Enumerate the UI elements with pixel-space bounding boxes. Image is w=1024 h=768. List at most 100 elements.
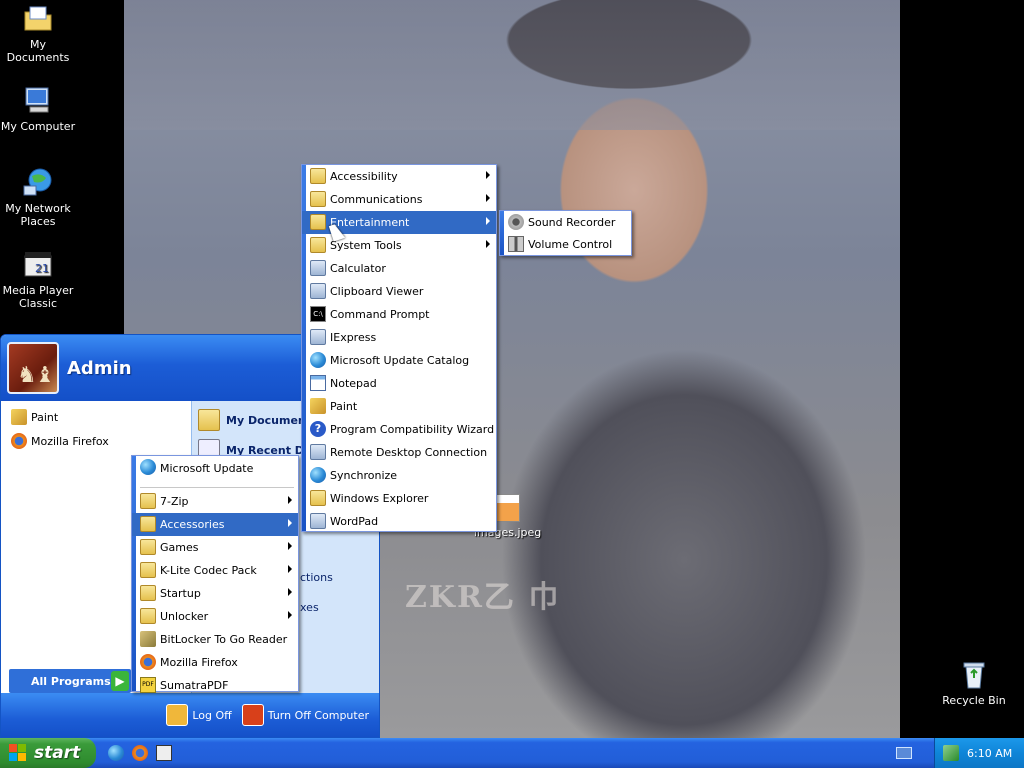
menu-item-paint[interactable]: Paint [302, 395, 496, 418]
remote-desktop-icon [310, 444, 326, 460]
menu-item-wordpad[interactable]: WordPad [302, 510, 496, 533]
desktop-icon-label: Media Player Classic [2, 284, 74, 310]
wallpaper-caption: ZKR乙 巾 [405, 580, 561, 615]
log-off-button[interactable]: Log Off [166, 704, 232, 726]
iexpress-icon [310, 329, 326, 345]
all-programs-button[interactable]: All Programs ▶ [9, 669, 131, 693]
desktop-icon-label: My Computer [0, 120, 76, 133]
pdf-icon: PDF [140, 677, 156, 693]
desktop-icon-label: My Network Places [5, 202, 71, 228]
menu-item-7zip[interactable]: 7-Zip [132, 490, 298, 513]
chevron-right-icon [486, 194, 490, 202]
system-tray: 6:10 AM [934, 738, 1024, 768]
calculator-icon [310, 260, 326, 276]
chess-icon: ♞ [17, 363, 37, 388]
chevron-right-icon [288, 565, 292, 573]
keyboard-icon[interactable] [896, 747, 912, 759]
chevron-right-icon [288, 588, 292, 596]
menu-item-bitlocker[interactable]: BitLocker To Go Reader [132, 628, 298, 651]
menu-item-iexpress[interactable]: IExpress [302, 326, 496, 349]
volume-control-icon [508, 236, 524, 252]
globe-icon [310, 352, 326, 368]
chevron-right-icon [486, 171, 490, 179]
start-button[interactable]: start [0, 738, 96, 768]
desktop-icon-label: Recycle Bin [942, 694, 1006, 707]
all-programs-label: All Programs [31, 674, 111, 688]
windows-flag-icon [9, 744, 27, 762]
network-places-icon [23, 168, 52, 196]
menu-item-label: Program Compatibility Wizard [330, 423, 495, 436]
menu-item-volume-control[interactable]: Volume Control [500, 233, 631, 255]
menu-item-label: Synchronize [330, 469, 398, 482]
explorer-icon [310, 490, 326, 506]
menu-item-label: Accessibility [330, 170, 398, 183]
menu-item-windows-explorer[interactable]: Windows Explorer [302, 487, 496, 510]
folder-icon [310, 191, 326, 207]
menu-item-accessories[interactable]: Accessories [132, 513, 298, 536]
menu-item-calculator[interactable]: Calculator [302, 257, 496, 280]
quicklaunch-ie-icon[interactable] [108, 745, 124, 761]
menu-item-label: Notepad [330, 377, 377, 390]
menu-item-communications[interactable]: Communications [302, 188, 496, 211]
chess-icon: ♝ [35, 363, 55, 388]
menu-item-compat-wizard[interactable]: ? Program Compatibility Wizard [302, 418, 496, 441]
menu-item-label: Remote Desktop Connection [330, 446, 488, 459]
menu-item-label: WordPad [330, 515, 379, 528]
menu-item-remote-desktop[interactable]: Remote Desktop Connection [302, 441, 496, 464]
menu-item-command-prompt[interactable]: C:\ Command Prompt [302, 303, 496, 326]
turn-off-button[interactable]: Turn Off Computer [241, 704, 369, 726]
sync-icon [310, 467, 326, 483]
menu-item-sumatrapdf[interactable]: PDF SumatraPDF [132, 674, 298, 697]
menu-item-microsoft-update[interactable]: Microsoft Update [132, 456, 298, 480]
desktop-icon-my-computer[interactable]: My Computer [0, 84, 78, 133]
my-documents-icon [198, 409, 220, 431]
right-item-partial-boxes[interactable]: xes [300, 601, 319, 614]
quicklaunch-media-player-icon[interactable] [156, 745, 172, 761]
chevron-right-icon [288, 496, 292, 504]
wordpad-icon [310, 513, 326, 529]
desktop-icon-media-player[interactable]: 21 Media Player Classic [0, 248, 78, 310]
right-item-partial-connections[interactable]: ctions [300, 571, 333, 584]
folder-icon [140, 493, 156, 509]
clipboard-icon [310, 283, 326, 299]
menu-item-sound-recorder[interactable]: Sound Recorder [500, 211, 631, 233]
quicklaunch-firefox-icon[interactable] [132, 745, 148, 761]
arrow-right-icon: ▶ [111, 671, 129, 691]
menu-item-firefox[interactable]: Mozilla Firefox [132, 651, 298, 674]
my-documents-icon [24, 6, 52, 31]
notepad-icon [310, 375, 326, 391]
menu-item-update-catalog[interactable]: Microsoft Update Catalog [302, 349, 496, 372]
menu-item-label: Communications [330, 193, 423, 206]
pinned-item-firefox[interactable]: Mozilla Firefox [1, 429, 191, 453]
folder-icon [310, 168, 326, 184]
power-icon [241, 704, 264, 726]
bitlocker-icon [140, 631, 156, 647]
desktop-icon-network-places[interactable]: My Network Places [0, 166, 78, 228]
menu-item-startup[interactable]: Startup [132, 582, 298, 605]
pinned-item-paint[interactable]: Paint [1, 405, 191, 429]
desktop-icon-recycle-bin[interactable]: Recycle Bin [934, 658, 1014, 707]
menu-item-label: IExpress [330, 331, 377, 344]
safely-remove-icon[interactable] [943, 745, 959, 761]
folder-icon [310, 237, 326, 253]
menu-item-system-tools[interactable]: System Tools [302, 234, 496, 257]
entertainment-menu: Sound Recorder Volume Control [499, 210, 632, 256]
menu-item-label: Windows Explorer [330, 492, 429, 505]
menu-item-unlocker[interactable]: Unlocker [132, 605, 298, 628]
menu-item-clipboard-viewer[interactable]: Clipboard Viewer [302, 280, 496, 303]
menu-item-accessibility[interactable]: Accessibility [302, 165, 496, 188]
menu-item-notepad[interactable]: Notepad [302, 372, 496, 395]
menu-item-label: System Tools [330, 239, 402, 252]
menu-item-games[interactable]: Games [132, 536, 298, 559]
menu-item-label: Paint [330, 400, 358, 413]
menu-item-synchronize[interactable]: Synchronize [302, 464, 496, 487]
wallpaper-overlay [124, 0, 900, 130]
desktop-icon-my-documents[interactable]: My Documents [0, 2, 78, 64]
clock[interactable]: 6:10 AM [967, 747, 1012, 760]
chevron-right-icon [486, 240, 490, 248]
avatar[interactable]: ♞ ♝ [7, 342, 59, 394]
folder-icon [140, 516, 156, 532]
start-menu-footer: Log Off Turn Off Computer [1, 693, 379, 737]
chevron-right-icon [288, 542, 292, 550]
menu-item-klite[interactable]: K-Lite Codec Pack [132, 559, 298, 582]
